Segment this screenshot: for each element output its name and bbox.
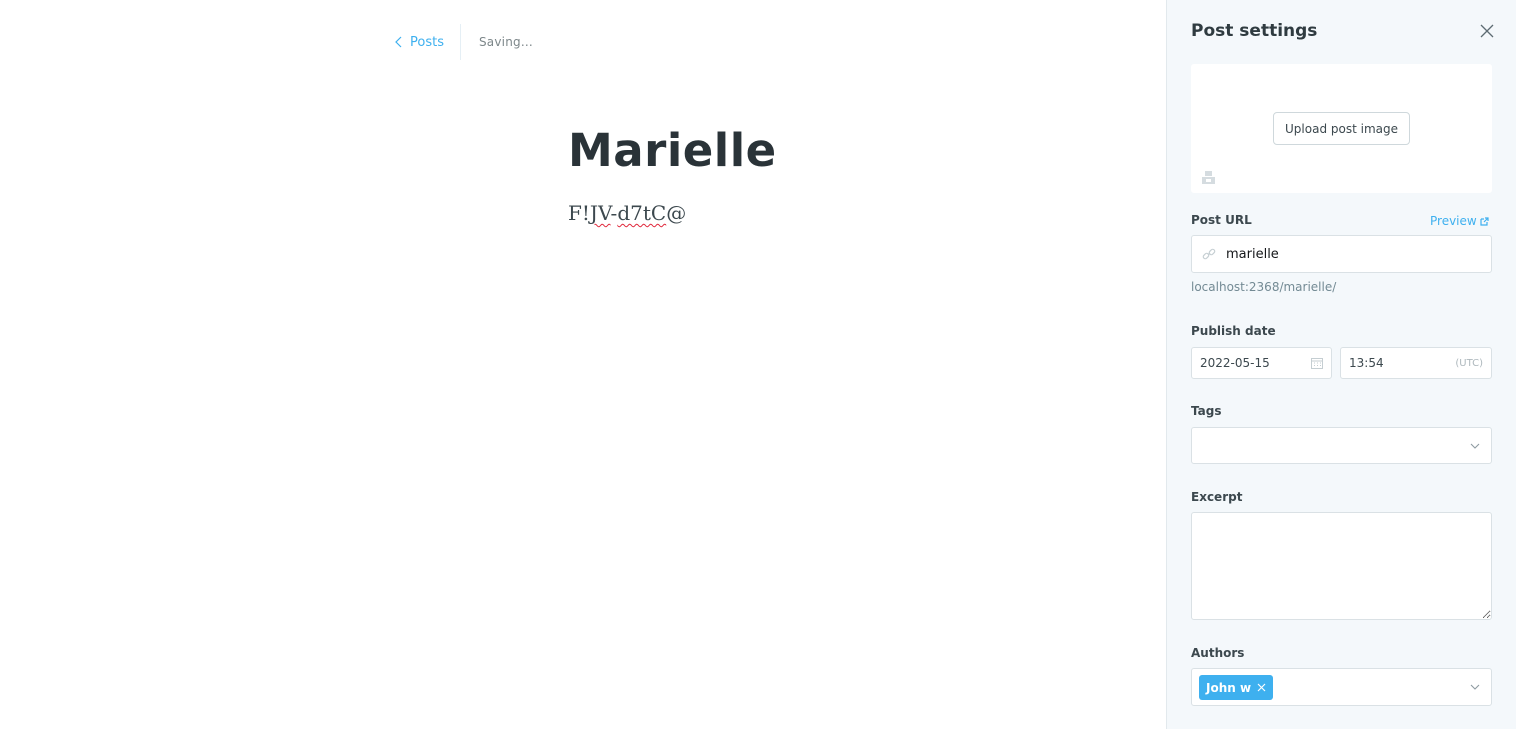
post-url-hint: localhost:2368/marielle/ [1191,280,1337,294]
post-title[interactable]: Marielle [568,124,777,177]
date-value: 2022-05-15 [1200,356,1270,370]
preview-label: Preview [1430,214,1477,228]
tags-select[interactable] [1191,427,1492,464]
editor-area: Posts Saving... Marielle F!JV-d7tC@ [0,0,1166,729]
excerpt-label: Excerpt [1191,490,1243,504]
back-to-posts-link[interactable]: Posts [394,35,460,50]
body-text-part: F! [568,201,590,225]
upload-post-image-button[interactable]: Upload post image [1273,112,1410,145]
editor-topbar: Posts Saving... [394,24,533,60]
post-body[interactable]: F!JV-d7tC@ [568,201,686,225]
remove-author-icon[interactable] [1257,683,1266,692]
post-url-field[interactable] [1191,235,1492,273]
authors-select[interactable]: John w [1191,668,1492,706]
chevron-left-icon [395,36,402,48]
calendar-icon[interactable] [1311,357,1323,369]
excerpt-textarea[interactable] [1192,513,1491,619]
back-label: Posts [410,34,444,50]
authors-label: Authors [1191,646,1245,660]
body-misspelled-word: JV [589,201,611,225]
author-token: John w [1199,675,1274,700]
excerpt-field [1191,512,1492,620]
chevron-down-icon [1470,684,1480,690]
publish-time-input[interactable]: 13:54 (UTC) [1340,347,1492,379]
post-image-box: Upload post image [1191,64,1492,193]
chevron-down-icon [1470,443,1480,449]
preview-link[interactable]: Preview [1430,214,1489,228]
close-icon[interactable] [1479,22,1495,40]
post-url-label: Post URL [1191,213,1252,227]
save-status: Saving... [478,35,533,49]
post-settings-panel: Post settings Upload post image Post URL… [1166,0,1516,729]
time-value: 13:54 [1349,356,1384,370]
body-misspelled-word: d7tC [617,201,667,225]
body-text-part: @ [666,201,687,225]
panel-title: Post settings [1191,21,1318,41]
external-link-icon [1480,216,1489,226]
slug-input[interactable] [1226,246,1466,262]
author-name: John w [1206,680,1252,695]
unsplash-icon[interactable] [1201,170,1216,184]
timezone-label: (UTC) [1455,357,1483,369]
publish-date-label: Publish date [1191,324,1276,338]
tags-label: Tags [1191,404,1222,418]
link-icon [1202,248,1216,260]
publish-date-input[interactable]: 2022-05-15 [1191,347,1332,379]
